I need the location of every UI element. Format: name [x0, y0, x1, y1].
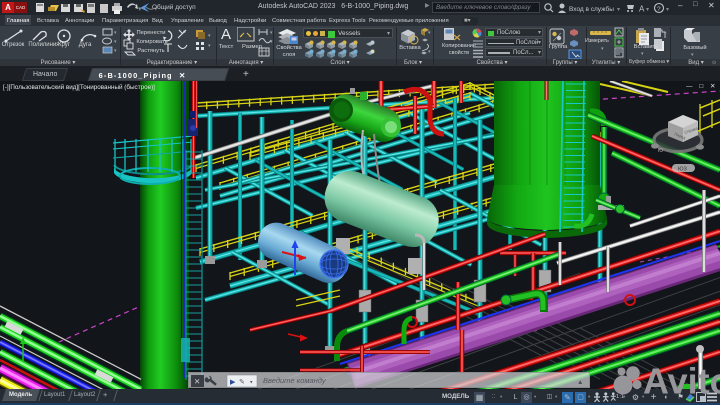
svg-text:▾: ▾ [428, 49, 431, 55]
svg-text:▾: ▾ [617, 7, 620, 13]
svg-text:Вход в службы: Вход в службы [569, 5, 614, 13]
svg-text:✎: ✎ [239, 379, 245, 386]
svg-text:?: ? [657, 6, 661, 13]
svg-text:A: A [639, 5, 645, 14]
svg-text:▾: ▾ [428, 30, 431, 36]
svg-text:▾: ▾ [208, 33, 211, 39]
svg-text:ЮЗ: ЮЗ [678, 167, 688, 173]
svg-text:▾: ▾ [664, 31, 667, 37]
svg-text:▾: ▾ [666, 7, 669, 13]
svg-text:Avito: Avito [643, 361, 720, 402]
svg-text:✕: ✕ [194, 377, 200, 386]
svg-text:▾: ▾ [114, 30, 117, 36]
svg-text:▶: ▶ [230, 379, 236, 386]
svg-text:Ю: Ю [658, 148, 663, 154]
svg-text:▾: ▾ [646, 7, 649, 13]
svg-text:▾: ▾ [208, 43, 211, 49]
svg-text:▾: ▾ [114, 48, 117, 54]
svg-text:▾: ▾ [114, 39, 117, 45]
